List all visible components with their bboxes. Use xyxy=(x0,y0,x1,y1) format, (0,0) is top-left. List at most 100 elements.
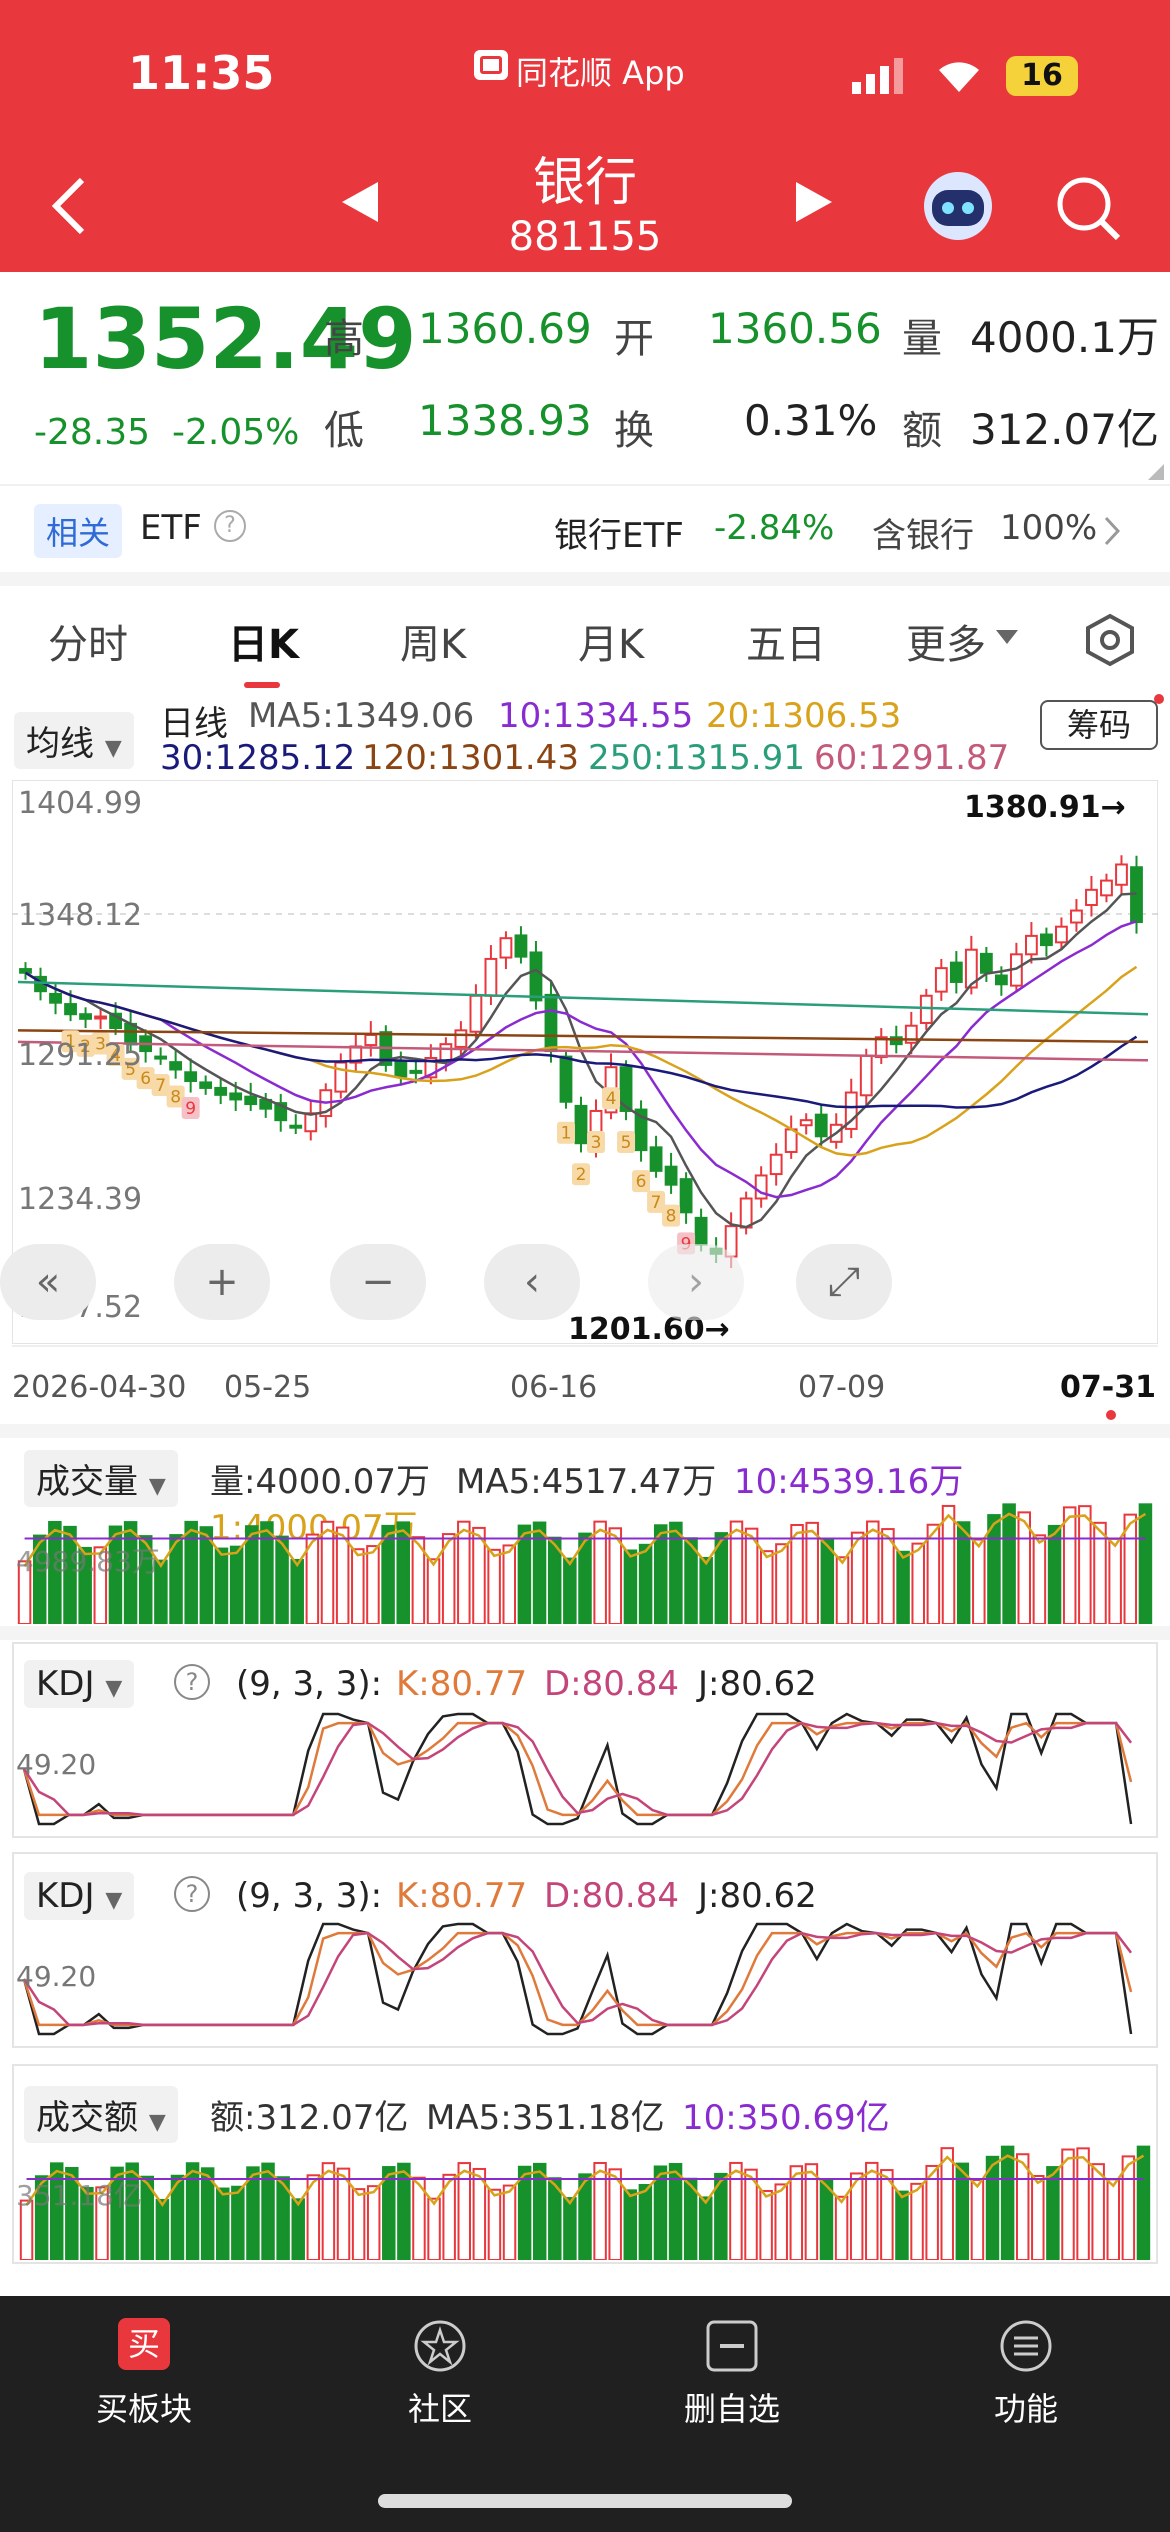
nav-community[interactable]: 社区 xyxy=(340,2384,540,2430)
scroll-right-button[interactable]: › xyxy=(648,1244,744,1320)
candle xyxy=(184,1071,198,1083)
volume-bar xyxy=(1076,2147,1090,2260)
volume-bar xyxy=(185,2162,200,2260)
chip-distribution-button[interactable]: 筹码 xyxy=(1040,700,1158,750)
app-name: 同花顺 App xyxy=(516,54,685,92)
nav-remove-watchlist[interactable]: 删自选 xyxy=(632,2384,832,2430)
buy-sector-icon[interactable]: 买 xyxy=(118,2318,170,2370)
tab-intraday[interactable]: 分时 xyxy=(48,612,128,670)
volume-bar xyxy=(623,2189,638,2260)
home-indicator xyxy=(378,2494,792,2508)
volume-bar xyxy=(427,2197,441,2260)
volume-bar xyxy=(790,1524,804,1624)
help-icon[interactable]: ? xyxy=(174,1876,210,1912)
volume-bar xyxy=(351,1548,365,1624)
chevron-right-icon xyxy=(1104,516,1121,546)
tab-more[interactable]: 更多 xyxy=(906,612,986,670)
stock-code: 881155 xyxy=(508,214,662,260)
kdj-dropdown-2[interactable]: KDJ ▼ xyxy=(24,1872,135,1920)
zoom-in-button[interactable]: + xyxy=(174,1244,270,1320)
prev-stock-icon[interactable] xyxy=(340,180,380,224)
amount-dropdown[interactable]: 成交额 ▼ xyxy=(24,2086,178,2143)
volume-bar xyxy=(926,1523,941,1624)
tab-weekly-k[interactable]: 周K xyxy=(400,612,466,670)
volume-bar xyxy=(970,2178,985,2260)
remove-watchlist-icon[interactable] xyxy=(702,2316,762,2376)
functions-icon[interactable] xyxy=(996,2316,1056,2376)
candle xyxy=(949,961,963,983)
ma-dropdown[interactable]: 均线 ▼ xyxy=(14,712,134,769)
kdj-dropdown-1[interactable]: KDJ ▼ xyxy=(24,1660,135,1708)
tab-five-day[interactable]: 五日 xyxy=(746,612,826,670)
candle xyxy=(289,1124,303,1129)
high-label: 高 xyxy=(324,316,364,362)
volume-bar xyxy=(563,1557,577,1624)
nav-functions[interactable]: 功能 xyxy=(926,2384,1126,2430)
volume-bar xyxy=(184,1520,198,1624)
volume-bar xyxy=(865,2161,879,2260)
volume-bar xyxy=(351,2188,366,2260)
settings-hexagon-icon[interactable] xyxy=(1082,612,1138,668)
kdj-k: K:80.77 xyxy=(396,1876,528,1916)
volume-bar xyxy=(457,2162,471,2260)
volume-ma5: MA5:4517.47万 xyxy=(456,1462,717,1502)
ma10-value: 10:1334.55 xyxy=(498,696,694,736)
nav-buy-sector[interactable]: 买板块 xyxy=(44,2384,244,2430)
ma120-value: 120:1301.43 xyxy=(362,738,579,778)
kdj-dropdown-label: KDJ xyxy=(36,1664,95,1704)
candle xyxy=(499,937,513,959)
candle xyxy=(739,1197,753,1229)
ma250-value: 250:1315.91 xyxy=(588,738,805,778)
help-icon[interactable]: ? xyxy=(174,1664,210,1700)
candle xyxy=(679,1178,693,1214)
kdj-params: (9, 3, 3): xyxy=(236,1664,383,1704)
candle xyxy=(1085,888,1098,907)
td-number: 4 xyxy=(606,1089,617,1109)
next-stock-icon[interactable] xyxy=(794,180,834,224)
candle xyxy=(859,1054,873,1097)
caret-down-icon xyxy=(996,630,1018,644)
bottom-nav: 买 买板块 社区 删自选 功能 xyxy=(0,2296,1170,2532)
volume-bar xyxy=(1032,1534,1047,1624)
candle xyxy=(514,934,528,958)
back-icon[interactable] xyxy=(48,176,88,236)
kdj-dropdown-label: KDJ xyxy=(36,1876,95,1916)
zoom-out-button[interactable]: − xyxy=(330,1244,426,1320)
fullscreen-button[interactable]: ⤢ xyxy=(796,1244,892,1320)
volume-chart[interactable] xyxy=(12,1500,1158,1624)
candle xyxy=(79,1013,92,1020)
expand-corner-icon[interactable] xyxy=(1148,464,1164,480)
tab-daily-k[interactable]: 日K xyxy=(228,612,299,670)
volume-bar xyxy=(911,1542,925,1624)
td-number: 8 xyxy=(666,1207,677,1227)
community-icon[interactable] xyxy=(410,2316,470,2376)
robot-assistant-icon[interactable] xyxy=(920,166,996,242)
kdj-k-line xyxy=(22,1721,1133,1817)
kdj-d: D:80.84 xyxy=(544,1664,679,1704)
candle xyxy=(394,1059,408,1078)
help-icon[interactable]: ? xyxy=(214,510,246,542)
date-axis-ticks xyxy=(12,1345,1158,1347)
scroll-left-button[interactable]: ‹ xyxy=(484,1244,580,1320)
related-tag: 相关 xyxy=(34,504,123,558)
candle xyxy=(484,957,498,997)
low-value: 1338.93 xyxy=(418,396,592,445)
candle xyxy=(469,994,483,1033)
volume-bar xyxy=(866,1520,880,1624)
y-tick-4: 1234.39 xyxy=(18,1182,143,1217)
tab-monthly-k[interactable]: 月K xyxy=(578,612,644,670)
fast-back-button[interactable]: « xyxy=(0,1244,96,1320)
turnover-label: 换 xyxy=(614,408,654,454)
related-bar[interactable]: 相关 ETF ? 银行ETF -2.84% 含银行 100% xyxy=(0,484,1170,572)
volume-bar xyxy=(487,2188,502,2260)
search-icon[interactable] xyxy=(1054,174,1124,244)
y-tick-2: 1348.12 xyxy=(18,898,143,933)
battery-icon: 16 xyxy=(1006,56,1078,96)
volume-dropdown[interactable]: 成交量 ▼ xyxy=(24,1450,178,1507)
volume-bar xyxy=(366,1545,380,1624)
volume-bar xyxy=(775,1543,789,1624)
volume-bar xyxy=(1106,2178,1121,2260)
volume-bar xyxy=(426,1558,441,1624)
date-label-4: 07-09 xyxy=(798,1370,886,1405)
volume-bar xyxy=(229,1545,244,1624)
